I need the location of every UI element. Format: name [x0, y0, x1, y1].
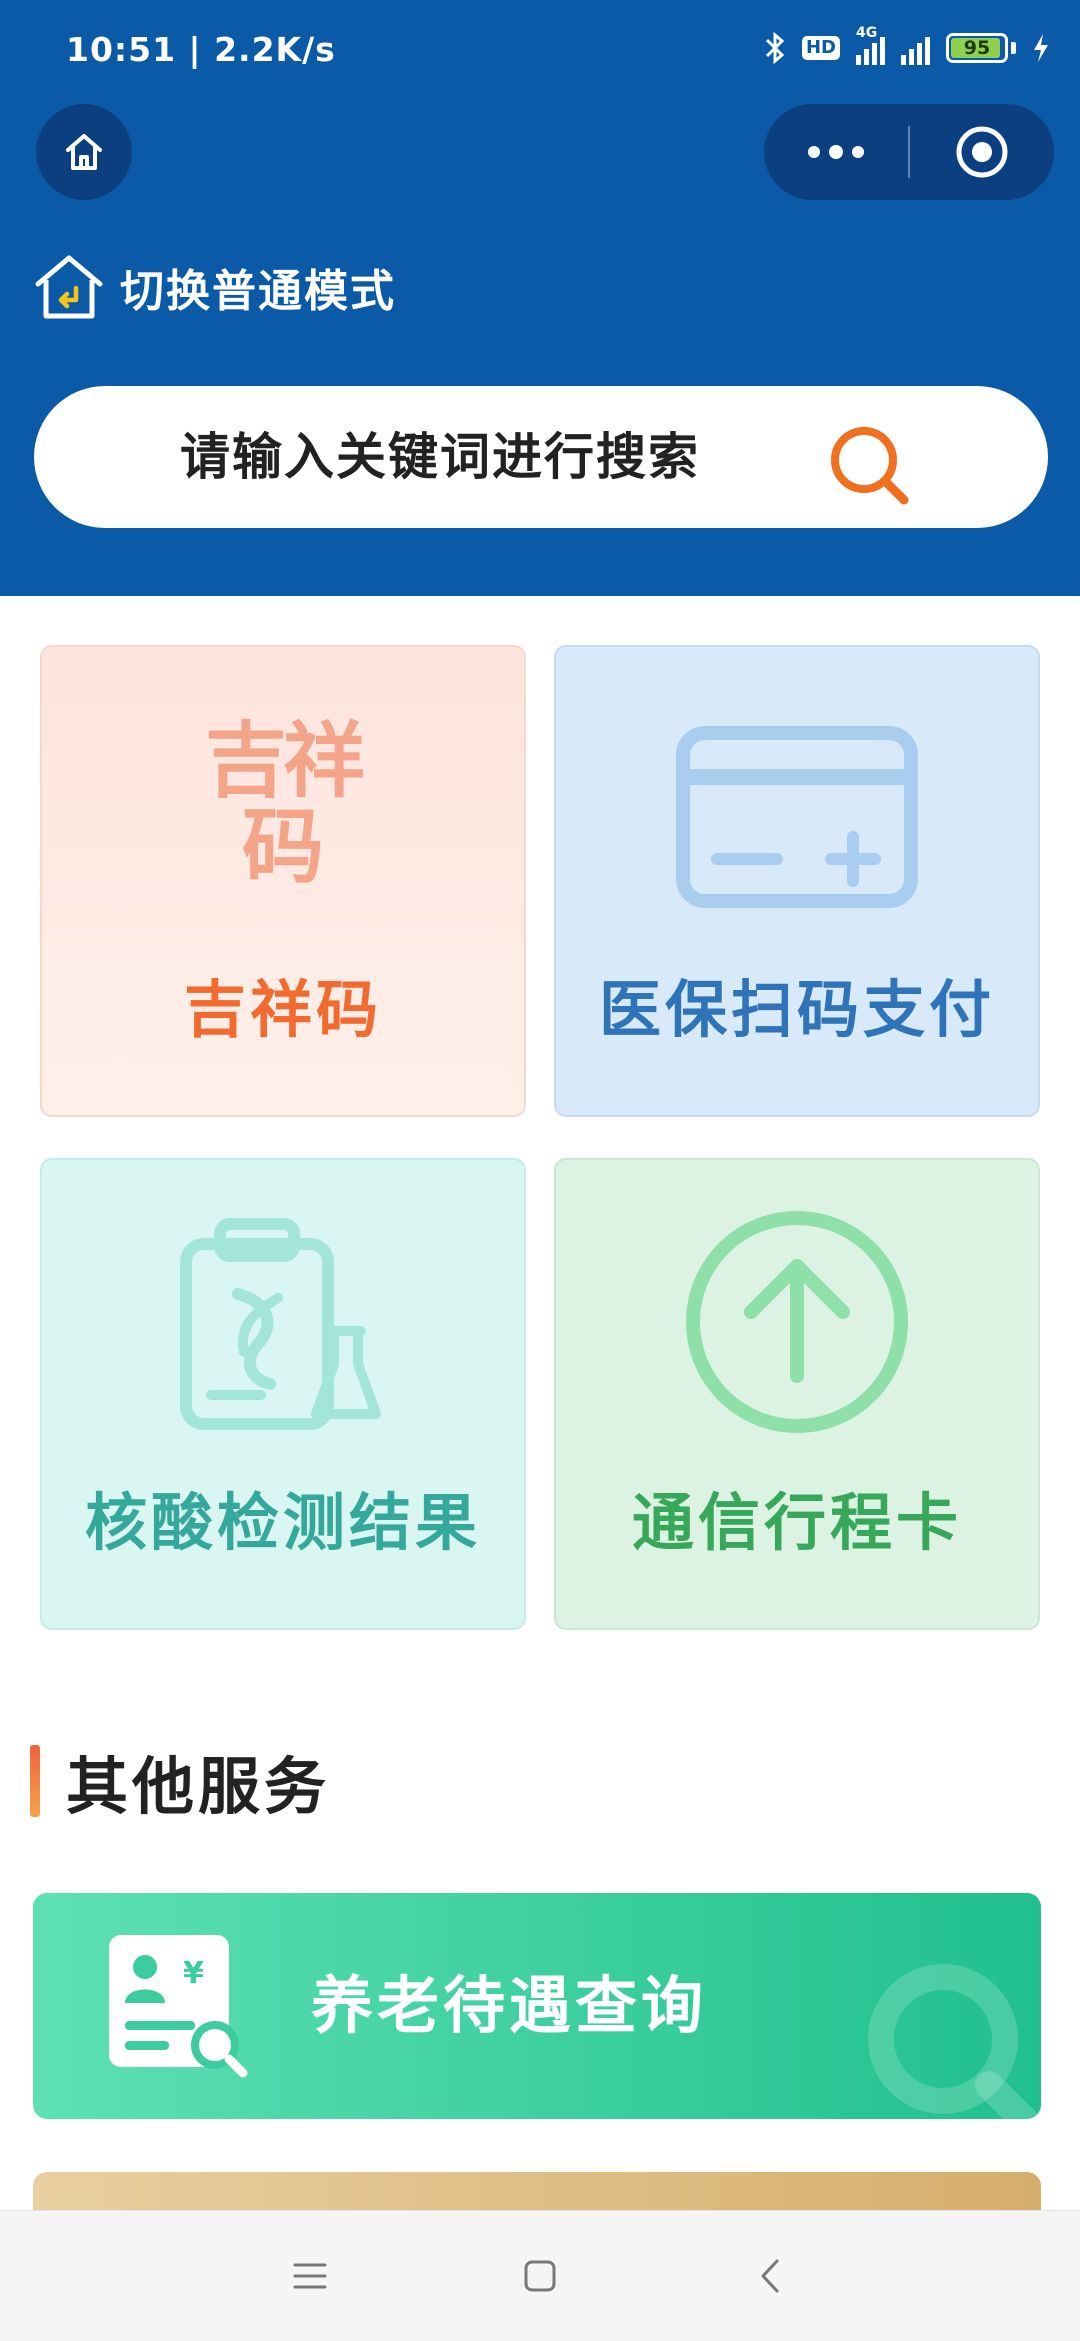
card-label: 吉祥码 — [183, 973, 382, 1046]
jxm-logo-top: 吉祥 — [204, 714, 365, 809]
jixiang-code-icon: 吉祥 码 — [183, 714, 383, 895]
charging-icon — [1034, 34, 1048, 62]
pension-doc-icon: ¥ — [109, 1935, 248, 2078]
home-icon — [66, 134, 102, 170]
search-watermark-icon — [868, 1964, 1041, 2119]
menu-icon — [293, 2263, 327, 2289]
bluetooth-icon — [765, 31, 785, 65]
more-button[interactable] — [764, 104, 908, 200]
square-home-icon — [524, 2260, 556, 2292]
battery-icon: 95 — [946, 33, 1008, 63]
status-time: 10:51 | 2.2K/s — [66, 30, 336, 69]
nav-home-button[interactable] — [510, 2246, 570, 2306]
signal-4g-icon: 4G — [856, 25, 885, 65]
search-icon — [831, 427, 909, 505]
back-chevron-icon — [761, 2259, 779, 2293]
section-title: 其他服务 — [30, 1736, 330, 1826]
hd-badge: HD — [801, 36, 840, 60]
house-switch-icon — [35, 255, 103, 319]
more-dots-icon — [808, 145, 864, 159]
system-nav-bar — [0, 2210, 1080, 2341]
section-accent-bar — [30, 1745, 40, 1817]
miniprogram-capsule — [764, 104, 1054, 200]
card-label: 医保扫码支付 — [598, 973, 995, 1046]
nav-back-button[interactable] — [740, 2246, 800, 2306]
card-label: 核酸检测结果 — [84, 1486, 481, 1559]
card-nucleic-test[interactable]: 核酸检测结果 — [40, 1158, 526, 1630]
signal-icon — [901, 31, 930, 65]
menu-button[interactable] — [280, 2246, 340, 2306]
banner-label: 养老待遇查询 — [311, 1969, 708, 2042]
network-type: 4G — [856, 25, 878, 41]
status-icons: HD 4G 95 — [764, 25, 1050, 70]
medical-card-icon — [676, 726, 918, 908]
card-medical-pay[interactable]: 医保扫码支付 — [554, 645, 1040, 1117]
target-close-icon — [956, 126, 1008, 178]
battery-tip — [1011, 42, 1016, 54]
currency-symbol: ¥ — [183, 1956, 204, 1991]
pension-query-banner[interactable]: ¥ 养老待遇查询 — [33, 1893, 1041, 2119]
test-report-icon — [180, 1218, 381, 1430]
close-button[interactable] — [910, 104, 1054, 200]
section-title-text: 其他服务 — [66, 1750, 331, 1823]
up-arrow-circle-icon — [686, 1211, 908, 1433]
card-label: 通信行程卡 — [631, 1486, 962, 1559]
card-jixiang-code[interactable]: 吉祥 码 吉祥码 — [40, 645, 526, 1117]
home-button[interactable] — [36, 104, 132, 200]
battery-level: 95 — [963, 37, 991, 59]
search-button[interactable] — [824, 420, 914, 510]
card-travel-card[interactable]: 通信行程卡 — [554, 1158, 1040, 1630]
search-placeholder: 请输入关键词进行搜索 — [180, 428, 700, 486]
mode-switch-link[interactable]: 切换普通模式 — [32, 252, 396, 322]
top-header: 10:51 | 2.2K/s HD 4G 95 切换普通模式 请输入关键词进行搜… — [0, 0, 1080, 596]
search-input[interactable]: 请输入关键词进行搜索 — [34, 386, 1048, 528]
jxm-logo-bottom: 码 — [241, 800, 324, 895]
mode-switch-label: 切换普通模式 — [120, 266, 396, 317]
